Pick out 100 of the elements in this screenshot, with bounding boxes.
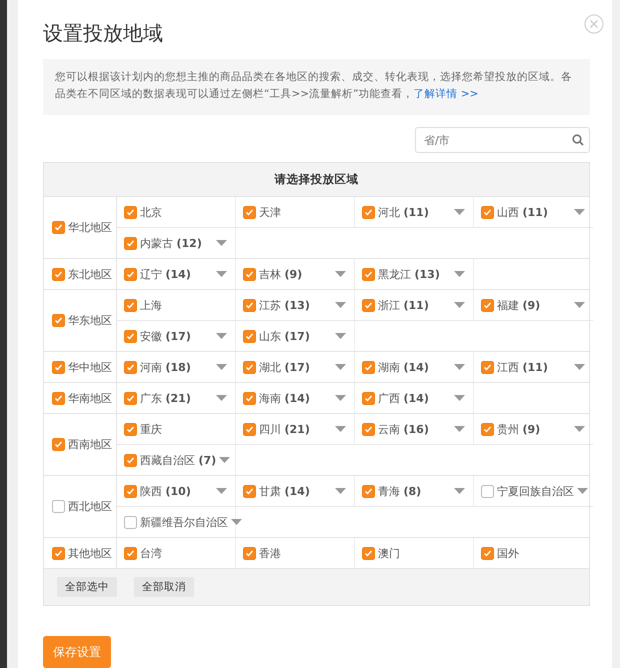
checkbox[interactable] xyxy=(124,298,137,312)
footer-button[interactable]: 全部选中 xyxy=(57,577,117,597)
caret-icon[interactable] xyxy=(216,333,227,339)
caret-icon[interactable] xyxy=(335,271,346,277)
checkbox[interactable] xyxy=(481,484,494,498)
checkbox[interactable] xyxy=(481,546,494,560)
dialog-title: 设置投放地域 xyxy=(43,20,163,47)
province-label: 青海 (8) xyxy=(378,484,422,498)
table-header: 请选择投放区域 xyxy=(274,172,358,187)
caret-icon[interactable] xyxy=(574,426,585,432)
caret-icon[interactable] xyxy=(574,364,585,370)
info-text: 您可以根据该计划内的您想主推的商品品类在各地区的搜索、成交、转化表现，选择您希望投放的区域。各品类在不同区域的数据表现可以通过左侧栏“工具>>流量解析”功能查看，了解详情 >> xyxy=(43,59,590,115)
province-label: 宁夏回族自治区 xyxy=(497,484,574,498)
province-label: 辽宁 (14) xyxy=(140,266,192,282)
checkbox[interactable] xyxy=(362,484,375,498)
province-label: 云南 (16) xyxy=(378,422,430,436)
checkbox[interactable] xyxy=(481,298,494,312)
checkbox[interactable] xyxy=(124,546,137,560)
checkbox[interactable] xyxy=(362,206,375,218)
checkbox[interactable] xyxy=(362,422,375,436)
caret-icon[interactable] xyxy=(219,457,230,463)
region-label: 西南地区 xyxy=(68,437,112,452)
checkbox[interactable] xyxy=(124,236,137,250)
caret-icon[interactable] xyxy=(335,426,346,432)
checkbox[interactable] xyxy=(243,206,256,218)
checkbox[interactable] xyxy=(243,546,256,560)
caret-icon[interactable] xyxy=(577,488,588,494)
checkbox[interactable] xyxy=(362,392,375,404)
province-label: 江苏 (13) xyxy=(259,298,311,312)
checkbox[interactable] xyxy=(124,206,137,218)
footer-button[interactable]: 全部取消 xyxy=(134,577,194,597)
caret-icon[interactable] xyxy=(231,519,242,525)
province-label: 台湾 xyxy=(140,546,163,560)
province-label: 山西 (11) xyxy=(497,204,549,220)
checkbox[interactable] xyxy=(362,298,375,312)
province-label: 上海 xyxy=(140,298,163,312)
checkbox[interactable] xyxy=(52,500,65,513)
caret-icon[interactable] xyxy=(454,209,465,215)
checkbox[interactable] xyxy=(52,221,65,234)
checkbox[interactable] xyxy=(243,484,256,498)
province-label: 西藏自治区 (7) xyxy=(140,452,216,468)
checkbox[interactable] xyxy=(243,392,256,404)
province-label: 广西 (14) xyxy=(378,390,430,406)
checkbox[interactable] xyxy=(52,268,65,280)
checkbox[interactable] xyxy=(481,360,494,374)
caret-icon[interactable] xyxy=(216,488,227,494)
province-label: 河南 (18) xyxy=(140,360,192,374)
checkbox[interactable] xyxy=(481,422,494,436)
checkbox[interactable] xyxy=(243,298,256,312)
checkbox[interactable] xyxy=(52,314,65,327)
caret-icon[interactable] xyxy=(335,488,346,494)
province-label: 山东 (17) xyxy=(259,328,311,344)
checkbox[interactable] xyxy=(362,360,375,374)
caret-icon[interactable] xyxy=(335,395,346,401)
checkbox[interactable] xyxy=(124,516,137,528)
caret-icon[interactable] xyxy=(216,240,227,246)
caret-icon[interactable] xyxy=(574,302,585,308)
caret-icon[interactable] xyxy=(454,364,465,370)
caret-icon[interactable] xyxy=(454,426,465,432)
details-link[interactable]: 了解详情 >> xyxy=(413,88,478,100)
checkbox[interactable] xyxy=(124,392,137,404)
caret-icon[interactable] xyxy=(454,271,465,277)
checkbox[interactable] xyxy=(124,484,137,498)
caret-icon[interactable] xyxy=(335,302,346,308)
caret-icon[interactable] xyxy=(454,488,465,494)
caret-icon[interactable] xyxy=(216,364,227,370)
caret-icon[interactable] xyxy=(574,209,585,215)
region-label: 华北地区 xyxy=(68,220,112,235)
caret-icon[interactable] xyxy=(335,333,346,339)
province-label: 新疆维吾尔自治区 xyxy=(140,514,228,530)
checkbox[interactable] xyxy=(243,268,256,280)
region-label: 华南地区 xyxy=(68,390,112,406)
caret-icon[interactable] xyxy=(454,395,465,401)
checkbox[interactable] xyxy=(362,268,375,280)
province-label: 福建 (9) xyxy=(497,298,542,312)
close-icon[interactable] xyxy=(584,14,604,34)
search-icon[interactable] xyxy=(572,134,584,146)
province-label: 陕西 (10) xyxy=(140,484,192,498)
checkbox[interactable] xyxy=(52,360,65,374)
checkbox[interactable] xyxy=(124,330,137,342)
checkbox[interactable] xyxy=(243,422,256,436)
province-label: 海南 (14) xyxy=(259,390,311,406)
caret-icon[interactable] xyxy=(454,302,465,308)
province-label: 香港 xyxy=(259,546,282,560)
checkbox[interactable] xyxy=(362,546,375,560)
checkbox[interactable] xyxy=(243,330,256,342)
checkbox[interactable] xyxy=(243,360,256,374)
checkbox[interactable] xyxy=(124,360,137,374)
caret-icon[interactable] xyxy=(216,271,227,277)
province-label: 贵州 (9) xyxy=(497,422,542,436)
checkbox[interactable] xyxy=(481,206,494,218)
checkbox[interactable] xyxy=(124,454,137,466)
checkbox[interactable] xyxy=(124,422,137,436)
checkbox[interactable] xyxy=(52,392,65,404)
checkbox[interactable] xyxy=(52,546,65,560)
caret-icon[interactable] xyxy=(216,395,227,401)
caret-icon[interactable] xyxy=(335,364,346,370)
checkbox[interactable] xyxy=(124,268,137,280)
search-field[interactable]: 省/市 xyxy=(415,127,590,153)
checkbox[interactable] xyxy=(52,438,65,451)
